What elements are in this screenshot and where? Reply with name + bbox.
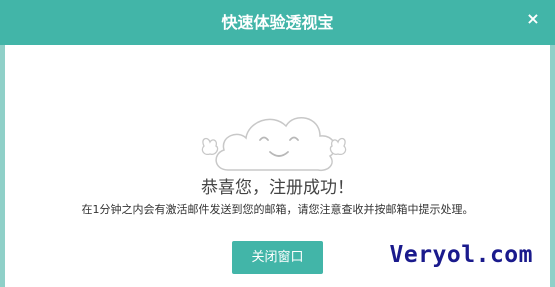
smiling-cloud-illustration [201, 116, 347, 172]
dialog-border-right [550, 45, 555, 287]
close-icon[interactable]: × [522, 8, 544, 30]
dialog-header: 快速体验透视宝 × [0, 0, 555, 45]
success-message: 恭喜您，注册成功！ [201, 178, 354, 198]
dialog-title: 快速体验透视宝 [221, 13, 334, 32]
activation-instruction: 在1分钟之内会有激活邮件发送到您的邮箱，请您注意查收并按邮箱中提示处理。 [81, 203, 474, 216]
close-window-button[interactable]: 关闭窗口 [232, 241, 323, 274]
dialog-border-left [0, 45, 5, 287]
register-success-dialog: 快速体验透视宝 × 恭喜您，注册成功！ 在1分钟之内会有激活邮件发送到您的邮箱，… [0, 0, 555, 287]
watermark-text: Veryol.com [389, 242, 533, 268]
